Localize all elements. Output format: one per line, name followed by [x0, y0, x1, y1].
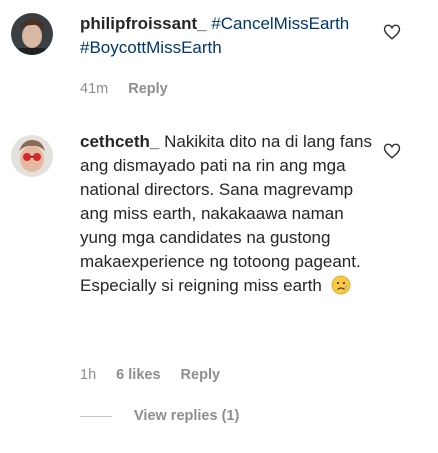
hashtag-link[interactable]: #BoycottMissEarth [80, 38, 222, 57]
reply-button[interactable]: Reply [128, 81, 168, 97]
divider-line [80, 415, 112, 417]
comment-time: 1h [80, 367, 97, 383]
sad-tear-face-emoji [331, 275, 351, 295]
view-replies-label[interactable]: View replies (1) [134, 408, 239, 424]
comment-meta: 1h 6 likes Reply [80, 367, 236, 383]
comment-meta: 41m Reply [80, 81, 184, 97]
reply-button[interactable]: Reply [181, 367, 221, 383]
comment-text: philipfroissant_ #CancelMissEarth #Boyco… [80, 12, 380, 60]
like-button[interactable] [383, 23, 401, 41]
like-button[interactable] [383, 142, 401, 160]
comment-username[interactable]: philipfroissant_ [80, 14, 207, 33]
likes-count[interactable]: 6 likes [116, 367, 160, 383]
hashtag-link[interactable]: #CancelMissEarth [211, 14, 349, 33]
comment-username[interactable]: cethceth_ [80, 132, 159, 151]
heart-outline-icon [383, 24, 401, 40]
avatar[interactable] [11, 135, 53, 177]
comment-text: cethceth_ Nakikita dito na di lang fans … [80, 130, 380, 298]
view-replies-button[interactable]: View replies (1) [80, 408, 239, 430]
comment-time: 41m [80, 81, 109, 97]
comment-body: Nakikita dito na di lang fans ang dismay… [80, 132, 373, 295]
heart-outline-icon [383, 143, 401, 159]
profile-photo-icon [11, 13, 53, 55]
profile-photo-icon [11, 135, 53, 177]
avatar[interactable] [11, 13, 53, 55]
